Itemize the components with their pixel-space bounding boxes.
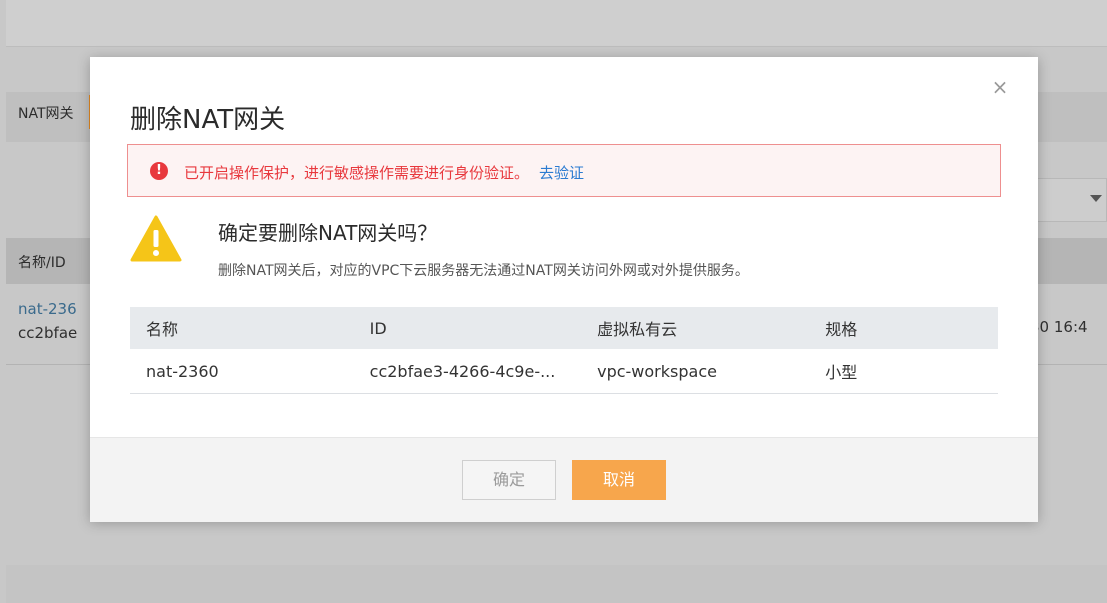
cell-vpc: vpc-workspace [581,349,810,394]
confirm-button[interactable]: 确定 [462,460,556,500]
row-name-link[interactable]: nat-236 [18,300,77,318]
tab-nat-gateway[interactable]: NAT网关 [18,103,74,123]
verify-link[interactable]: 去验证 [539,164,584,182]
delete-nat-dialog: × 删除NAT网关 ! 已开启操作保护，进行敏感操作需要进行身份验证。 去验证 确… [90,57,1038,522]
table-row: nat-2360 cc2bfae3-4266-4c9e-... vpc-work… [130,349,998,394]
row-created-time: 30 16:4 [1030,318,1088,336]
close-icon[interactable]: × [990,77,1010,97]
confirm-title: 确定要删除NAT网关吗？ [218,221,438,245]
top-bar [6,0,1107,47]
row-id: cc2bfae [18,324,78,342]
dialog-title: 删除NAT网关 [130,105,286,135]
alert-message: 已开启操作保护，进行敏感操作需要进行身份验证。 去验证 [184,162,584,183]
confirm-description: 删除NAT网关后，对应的VPC下云服务器无法通过NAT网关访问外网或对外提供服务… [218,263,749,279]
operation-protection-alert: ! 已开启操作保护，进行敏感操作需要进行身份验证。 去验证 [127,144,1001,197]
table-header-row: 名称 ID 虚拟私有云 规格 [130,307,998,349]
column-header-vpc: 虚拟私有云 [581,307,810,349]
nat-info-table: 名称 ID 虚拟私有云 规格 nat-2360 cc2bfae3-4266-4c… [130,307,998,394]
cell-name: nat-2360 [130,349,354,394]
dialog-footer: 确定 取消 [90,437,1038,522]
alert-text: 已开启操作保护，进行敏感操作需要进行身份验证。 [184,164,530,182]
chevron-down-icon [1090,195,1102,202]
cancel-button[interactable]: 取消 [572,460,666,500]
cell-spec: 小型 [809,349,998,394]
column-header-id: ID [353,307,582,349]
cell-id: cc2bfae3-4266-4c9e-... [353,349,582,394]
bottom-area [6,565,1107,603]
column-header-name-id: 名称/ID [18,255,66,271]
warning-icon [130,215,182,262]
column-header-name: 名称 [130,307,354,349]
column-header-spec: 规格 [809,307,998,349]
error-icon: ! [150,162,168,180]
